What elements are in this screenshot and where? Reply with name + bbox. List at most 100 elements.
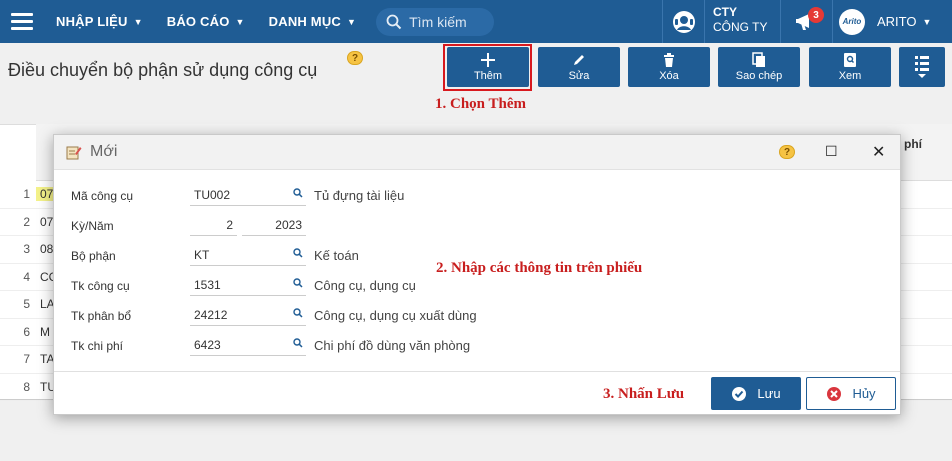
expense-account-field[interactable]: 6423 — [190, 334, 306, 356]
tool-account-field[interactable]: 1531 — [190, 274, 306, 296]
pencil-icon — [574, 55, 584, 65]
new-record-dialog: Mới ? ☐ ✕ Mã công cụ TU002 Tủ đựng tài l… — [53, 134, 901, 415]
allocation-account-value: 24212 — [194, 308, 228, 322]
expense-account-label: Tk chi phí — [71, 339, 124, 353]
nav-menu-label: DANH MỤC — [268, 14, 342, 29]
more-options-button[interactable] — [899, 47, 945, 87]
row-cell[interactable]: M — [36, 325, 54, 339]
allocation-account-field[interactable]: 24212 — [190, 304, 306, 326]
nav-menu-danh-muc[interactable]: DANH MỤC ▼ — [257, 0, 368, 43]
copy-button[interactable]: Sao chép — [718, 47, 800, 87]
row-number: 3 — [23, 242, 30, 257]
row-number: 5 — [23, 297, 30, 312]
nav-menu-nhap-lieu[interactable]: NHẬP LIỆU ▼ — [44, 0, 155, 43]
view-label: Xem — [838, 70, 862, 82]
notification-badge: 3 — [808, 7, 824, 23]
row-number: 7 — [23, 352, 30, 367]
lookup-icon[interactable] — [293, 187, 303, 201]
nav-menu-label: BÁO CÁO — [166, 14, 230, 29]
maximize-icon[interactable]: ☐ — [825, 143, 838, 160]
expense-account-value: 6423 — [194, 338, 221, 352]
support-icon[interactable] — [662, 0, 704, 43]
delete-button[interactable]: Xóa — [628, 47, 710, 87]
search-icon — [386, 14, 402, 29]
copy-icon — [752, 52, 765, 67]
tool-account-value: 1531 — [194, 278, 221, 292]
check-circle-icon — [732, 386, 747, 401]
tool-code-field[interactable]: TU002 — [190, 184, 306, 206]
period-field[interactable]: 2 — [190, 214, 237, 236]
cancel-label: Hủy — [852, 386, 876, 401]
row-number: 6 — [23, 324, 30, 339]
lookup-icon[interactable] — [293, 307, 303, 321]
department-label: Bộ phận — [71, 249, 116, 263]
lookup-icon[interactable] — [293, 337, 303, 351]
grid-rows: 1 07 2 07 3 08 4 CC 5 LA 6M 7 TA 8 TU — [0, 181, 952, 401]
trash-icon — [664, 53, 674, 67]
period-value: 2 — [226, 218, 233, 232]
caret-down-icon: ▼ — [235, 16, 245, 27]
save-button[interactable]: Lưu — [711, 377, 801, 410]
delete-label: Xóa — [659, 70, 679, 82]
view-button[interactable]: Xem — [809, 47, 891, 87]
step-3-annotation: 3. Nhấn Lưu — [603, 386, 685, 402]
close-icon[interactable]: ✕ — [872, 142, 885, 162]
user-name: ARITO — [877, 14, 917, 29]
add-button-highlight — [443, 44, 532, 91]
page-title: Điều chuyển bộ phận sử dụng công cụ — [8, 60, 318, 80]
search-placeholder: Tìm kiếm — [409, 13, 467, 30]
step-2-annotation: 2. Nhập các thông tin trên phiếu — [436, 260, 643, 276]
row-cell[interactable]: CC — [36, 270, 54, 284]
row-cell[interactable]: 08 — [36, 242, 54, 256]
row-cell[interactable]: TA — [36, 352, 54, 366]
row-cell[interactable]: LA — [36, 297, 54, 311]
company-name: CÔNG TY — [713, 20, 768, 34]
notification-button[interactable]: 3 — [780, 0, 832, 43]
row-cell[interactable]: 07 — [36, 215, 54, 229]
lookup-icon[interactable] — [293, 277, 303, 291]
caret-down-icon: ▼ — [133, 16, 143, 27]
help-icon[interactable]: ? — [347, 51, 363, 65]
search-input[interactable]: Tìm kiếm — [376, 7, 495, 36]
row-cell[interactable]: TU — [36, 380, 54, 394]
copy-label: Sao chép — [735, 70, 783, 82]
edit-form-icon — [66, 146, 82, 160]
row-number: 4 — [23, 269, 30, 284]
lookup-icon[interactable] — [293, 247, 303, 261]
department-field[interactable]: KT — [190, 244, 306, 266]
tool-code-value: TU002 — [194, 188, 231, 202]
year-field[interactable]: 2023 — [242, 214, 306, 236]
hamburger-menu-icon[interactable] — [0, 0, 44, 43]
tool-account-description: Công cụ, dụng cụ — [314, 278, 416, 293]
cancel-button[interactable]: Hủy — [806, 377, 896, 410]
expense-account-description: Chi phí đồ dùng văn phòng — [314, 338, 471, 353]
row-number: 1 — [23, 187, 30, 202]
view-icon — [844, 53, 856, 67]
department-value: KT — [194, 248, 210, 262]
company-code: CTY — [713, 5, 737, 19]
list-menu-icon — [915, 56, 929, 78]
allocation-account-label: Tk phân bổ — [71, 309, 132, 323]
top-navbar: NHẬP LIỆU ▼ BÁO CÁO ▼ DANH MỤC ▼ Tìm kiếm C… — [0, 0, 952, 43]
step-1-annotation: 1. Chọn Thêm — [435, 96, 526, 112]
nav-menu-label: NHẬP LIỆU — [56, 14, 128, 29]
tool-code-label: Mã công cụ — [71, 189, 134, 203]
save-label: Lưu — [757, 386, 781, 401]
user-menu[interactable]: Arito ARITO ▼ — [832, 0, 952, 43]
department-description: Kế toán — [314, 248, 359, 263]
allocation-account-description: Công cụ, dụng cụ xuất dùng — [314, 308, 477, 323]
dialog-titlebar: Mới — [54, 135, 900, 170]
tool-code-description: Tủ đựng tài liệu — [314, 188, 405, 203]
company-selector[interactable]: CTY CÔNG TY — [704, 0, 780, 43]
grid-header-fragment: phí — [904, 137, 922, 151]
dialog-title: Mới — [90, 143, 118, 160]
tool-account-label: Tk công cụ — [71, 279, 130, 293]
row-cell[interactable]: 07 — [36, 187, 54, 202]
nav-menu-bao-cao[interactable]: BÁO CÁO ▼ — [155, 0, 257, 43]
dialog-help-icon[interactable]: ? — [779, 145, 795, 159]
cancel-circle-icon — [827, 386, 842, 401]
year-value: 2023 — [275, 218, 302, 232]
row-number: 8 — [23, 379, 30, 394]
edit-label: Sửa — [568, 70, 590, 82]
edit-button[interactable]: Sửa — [538, 47, 620, 87]
